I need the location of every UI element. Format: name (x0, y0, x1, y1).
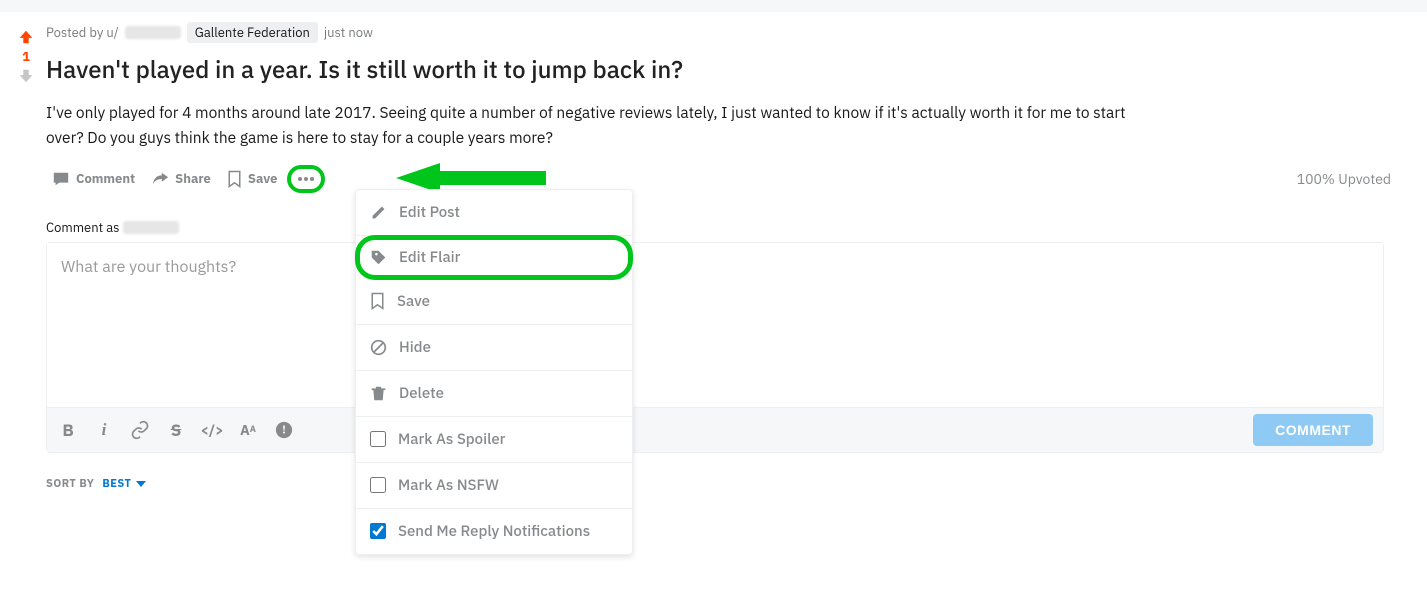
post-options-dropdown: Edit Post Edit Flair Save Hide Delete (355, 189, 633, 555)
chevron-down-icon (136, 481, 146, 487)
nsfw-checkbox[interactable] (370, 477, 386, 493)
vote-score: 1 (22, 48, 30, 65)
post-byline: Posted by u/ Gallente Federation just no… (46, 22, 1391, 43)
italic-icon[interactable]: i (93, 419, 115, 441)
upvoted-percentage: 100% Upvoted (1297, 170, 1391, 188)
menu-edit-flair[interactable]: Edit Flair (355, 235, 633, 280)
username-redacted (125, 26, 181, 39)
comment-box: B i S </> AA ! to markdown Comment (46, 242, 1384, 453)
downvote-button[interactable] (16, 67, 36, 85)
upvote-button[interactable] (16, 28, 36, 46)
comment-button[interactable]: Comment (46, 166, 141, 192)
menu-hide[interactable]: Hide (356, 325, 632, 371)
post-body: I've only played for 4 months around lat… (46, 101, 1146, 151)
save-button[interactable]: Save (221, 166, 284, 192)
annotation-arrow (396, 161, 546, 193)
sort-dropdown[interactable]: Best (102, 477, 146, 491)
user-flair: Gallente Federation (187, 22, 318, 43)
sort-by-label: Sort By (46, 477, 94, 491)
bold-icon[interactable]: B (57, 419, 79, 441)
menu-mark-spoiler[interactable]: Mark As Spoiler (356, 417, 632, 463)
menu-delete[interactable]: Delete (356, 371, 632, 417)
post-time: just now (324, 24, 373, 41)
username-redacted (123, 221, 179, 234)
menu-edit-post[interactable]: Edit Post (356, 190, 632, 236)
comment-as-label: Comment as (46, 219, 1391, 236)
comment-textarea[interactable] (47, 243, 1383, 403)
spoiler-format-icon[interactable]: ! (273, 419, 295, 441)
posted-by-prefix: Posted by u/ (46, 24, 119, 41)
menu-mark-nsfw[interactable]: Mark As NSFW (356, 463, 632, 509)
superscript-icon[interactable]: AA (237, 419, 259, 441)
menu-save[interactable]: Save (356, 279, 632, 325)
reply-notif-checkbox[interactable] (370, 523, 386, 539)
menu-reply-notifications[interactable]: Send Me Reply Notifications (356, 509, 632, 554)
strikethrough-icon[interactable]: S (165, 419, 187, 441)
svg-text:!: ! (282, 422, 285, 436)
spoiler-checkbox[interactable] (370, 431, 386, 447)
post-title: Haven't played in a year. Is it still wo… (46, 53, 1391, 85)
share-button[interactable]: Share (145, 166, 217, 192)
comment-submit-button[interactable]: Comment (1253, 414, 1373, 446)
link-icon[interactable] (129, 419, 151, 441)
inline-code-icon[interactable]: </> (201, 419, 223, 441)
more-options-button[interactable] (287, 165, 325, 193)
